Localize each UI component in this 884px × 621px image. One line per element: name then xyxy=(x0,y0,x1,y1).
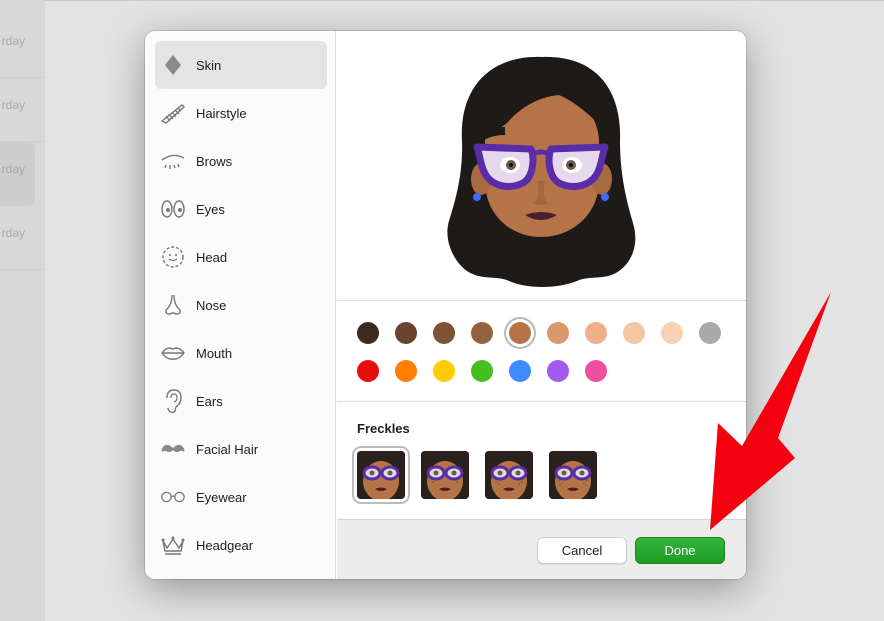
category-brows[interactable]: Brows xyxy=(155,137,327,185)
brows-icon xyxy=(160,148,186,174)
category-skin[interactable]: Skin xyxy=(155,41,327,89)
freckles-option[interactable] xyxy=(485,451,533,499)
freckles-option[interactable] xyxy=(357,451,405,499)
freckles-option[interactable] xyxy=(421,451,469,499)
editor-panel: Freckles Cancel Done xyxy=(337,31,746,579)
background-row: rday xyxy=(0,78,45,142)
background-top-border xyxy=(0,0,884,1)
category-eyewear[interactable]: Eyewear xyxy=(155,473,327,521)
nose-icon xyxy=(160,292,186,318)
category-nose[interactable]: Nose xyxy=(155,281,327,329)
comb-icon xyxy=(160,100,186,126)
category-label: Ears xyxy=(196,393,223,409)
category-label: Hairstyle xyxy=(196,105,247,121)
category-hairstyle[interactable]: Hairstyle xyxy=(155,89,327,137)
category-label: Head xyxy=(196,249,228,265)
background-row-date: rday xyxy=(1,162,25,176)
memoji-editor-dialog: Skin Hairstyle Brows Eyes Head Nose Mout… xyxy=(145,31,746,579)
background-row-date: rday xyxy=(1,34,25,48)
category-eyes[interactable]: Eyes xyxy=(155,185,327,233)
category-label: Facial Hair xyxy=(196,441,259,457)
skin-color-swatch[interactable] xyxy=(585,322,607,344)
freckles-title: Freckles xyxy=(357,421,410,436)
done-button[interactable]: Done xyxy=(635,537,725,564)
category-ears[interactable]: Ears xyxy=(155,377,327,425)
background-row: rday xyxy=(0,14,45,78)
category-label: Nose xyxy=(196,297,227,313)
glasses-icon xyxy=(160,484,186,510)
skin-color-swatch[interactable] xyxy=(357,322,379,344)
accent-color-swatch[interactable] xyxy=(547,360,569,382)
eyes-icon xyxy=(160,196,186,222)
category-label: Brows xyxy=(196,153,233,169)
category-sidebar: Skin Hairstyle Brows Eyes Head Nose Mout… xyxy=(145,31,336,579)
memoji-avatar-image xyxy=(447,56,636,287)
skin-color-swatch[interactable] xyxy=(623,322,645,344)
category-label: Skin xyxy=(196,57,222,73)
category-label: Mouth xyxy=(196,345,233,361)
mustache-icon xyxy=(160,436,186,462)
category-label: Eyewear xyxy=(196,489,247,505)
freckles-option[interactable] xyxy=(549,451,597,499)
category-headgear[interactable]: Headgear xyxy=(155,521,327,569)
skin-color-swatch[interactable] xyxy=(699,322,721,344)
category-mouth[interactable]: Mouth xyxy=(155,329,327,377)
category-facial-hair[interactable]: Facial Hair xyxy=(155,425,327,473)
cancel-button[interactable]: Cancel xyxy=(537,537,627,564)
skin-color-swatch[interactable] xyxy=(395,322,417,344)
skin-color-swatch[interactable] xyxy=(661,322,683,344)
category-label: Eyes xyxy=(196,201,225,217)
head-icon xyxy=(160,244,186,270)
background-row-date: rday xyxy=(1,226,25,240)
skin-color-swatch-selected[interactable] xyxy=(509,322,531,344)
background-row-selected: rday xyxy=(0,142,35,206)
background-row: rday xyxy=(0,206,45,270)
dialog-footer: Cancel Done xyxy=(337,519,746,579)
skin-color-swatch[interactable] xyxy=(547,322,569,344)
category-label: Headgear xyxy=(196,537,254,553)
skin-color-swatch[interactable] xyxy=(471,322,493,344)
ear-icon xyxy=(160,388,186,414)
accent-color-swatch[interactable] xyxy=(471,360,493,382)
mouth-icon xyxy=(160,340,186,366)
crown-icon xyxy=(160,532,186,558)
memoji-preview xyxy=(337,31,746,301)
skin-diamond-icon xyxy=(160,52,186,78)
category-head[interactable]: Head xyxy=(155,233,327,281)
accent-color-swatch[interactable] xyxy=(509,360,531,382)
accent-color-swatch[interactable] xyxy=(357,360,379,382)
skin-color-picker xyxy=(337,302,746,402)
accent-color-swatch[interactable] xyxy=(585,360,607,382)
freckles-section: Freckles xyxy=(337,403,746,518)
skin-color-swatch[interactable] xyxy=(433,322,455,344)
accent-color-swatch[interactable] xyxy=(395,360,417,382)
background-row-date: rday xyxy=(1,98,25,112)
accent-color-swatch[interactable] xyxy=(433,360,455,382)
